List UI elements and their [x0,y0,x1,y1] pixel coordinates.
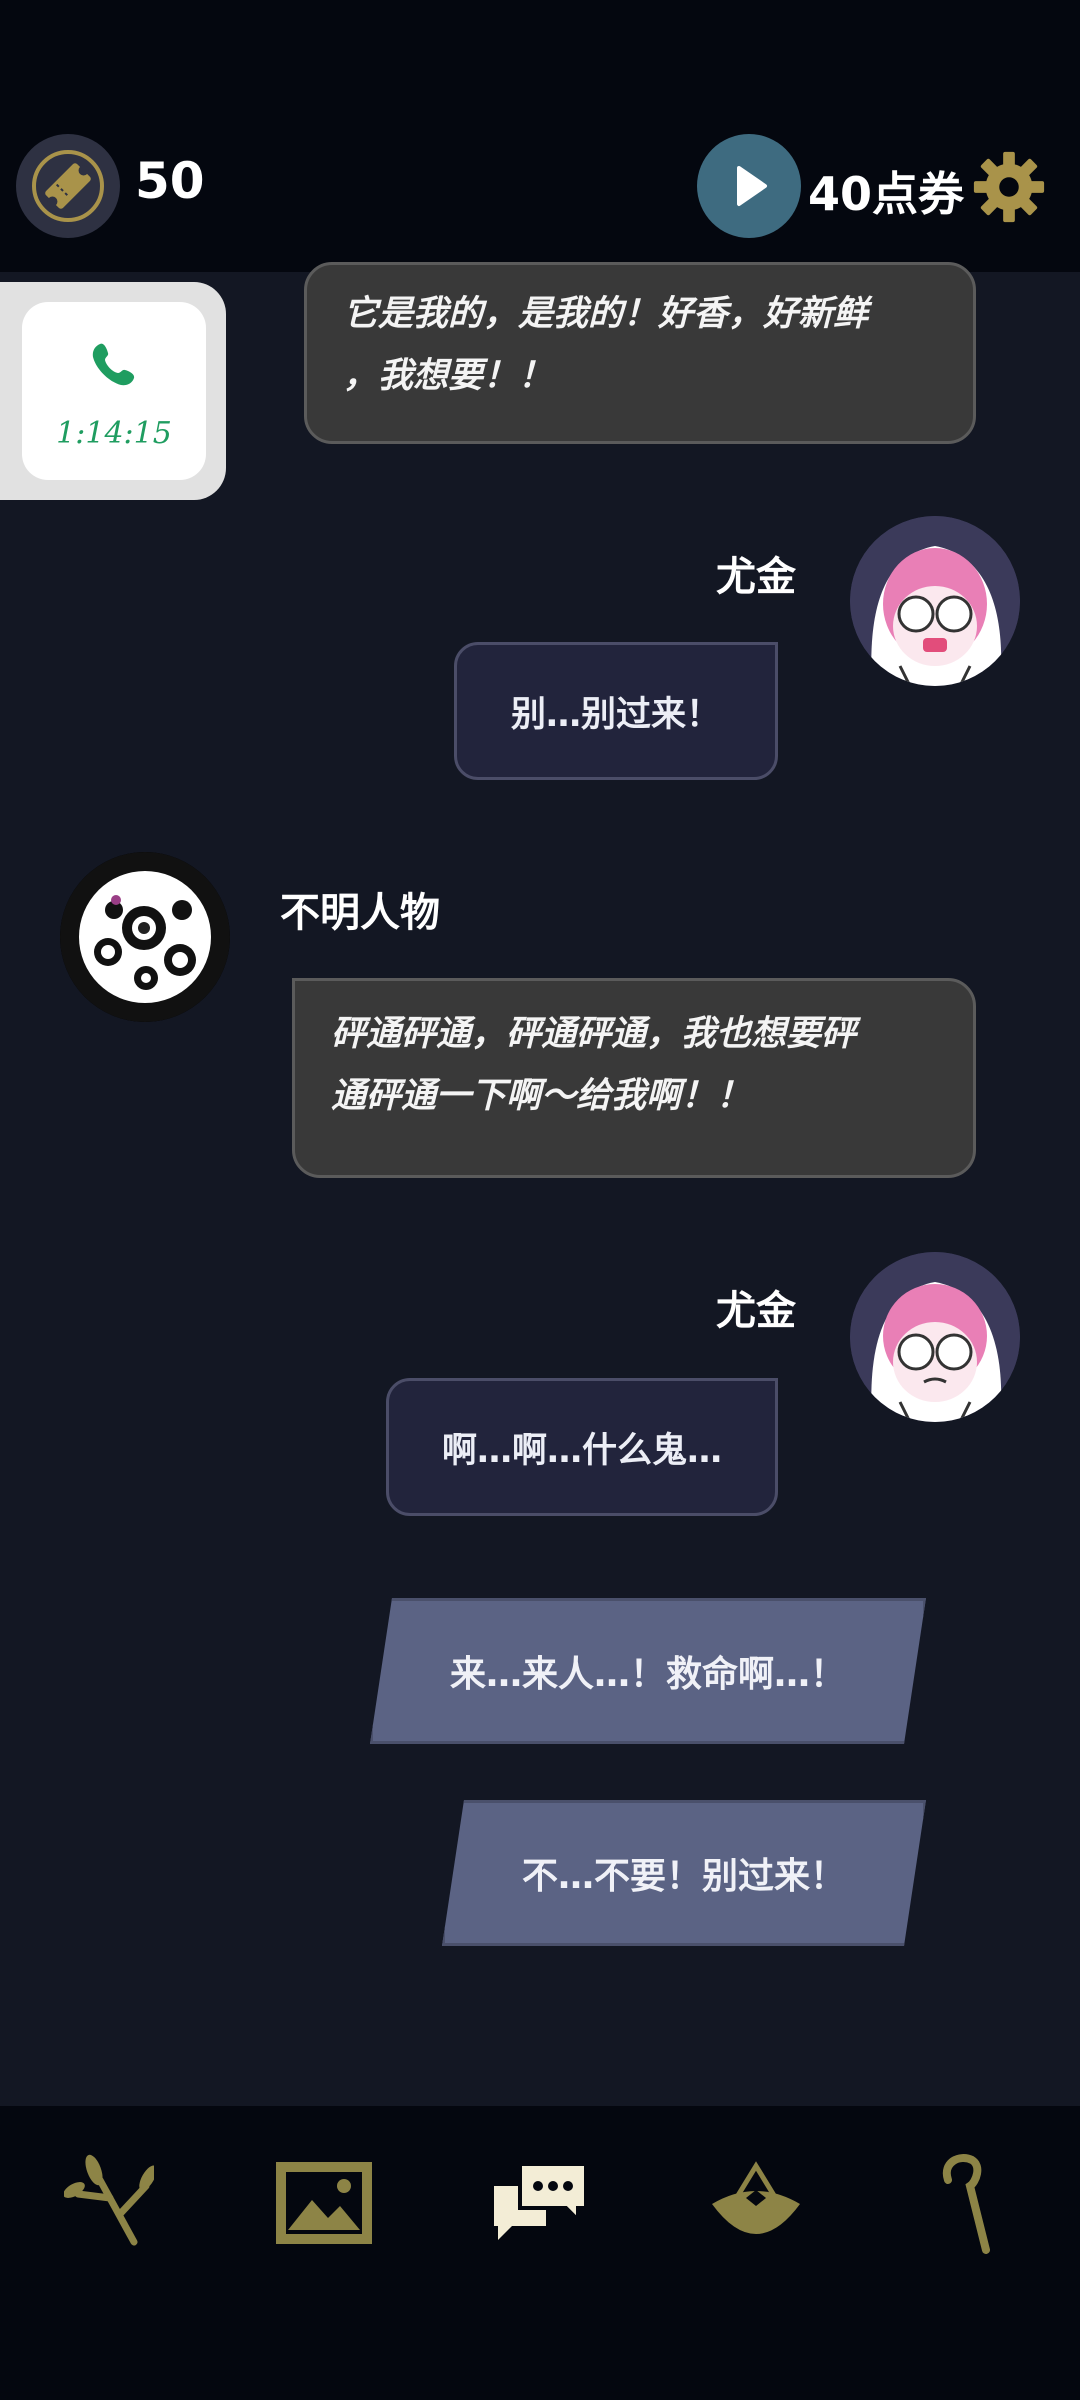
call-timer: 1:14:15 [56,416,172,451]
ticket-icon [32,150,104,222]
message-text-line: ，我想要！！ [343,356,554,396]
play-button[interactable] [697,134,801,238]
ticket-count: 50 [135,152,205,210]
avatar-eugene [850,1252,1020,1422]
hat-icon[interactable] [708,2158,804,2238]
message-text: 啊…啊…什么鬼… [441,1430,722,1471]
play-icon [737,166,767,206]
speaker-name: 尤金 [716,1288,796,1334]
branch-icon[interactable] [64,2150,154,2250]
message-text-line: 它是我的，是我的！好香，好新鲜 [343,294,869,334]
call-widget-card: 1:14:15 [22,302,206,480]
phone-icon [92,343,135,386]
gear-icon[interactable] [970,148,1048,226]
avatar-eugene [850,516,1020,686]
message-bubble: 啊…啊…什么鬼… [386,1378,778,1516]
cane-icon[interactable] [934,2152,994,2254]
chat-icon[interactable] [490,2160,590,2242]
avatar-unknown [60,852,230,1022]
choice-text: 来…来人…！救命啊…！ [449,1654,846,1695]
ticket-button[interactable] [16,134,120,238]
message-bubble: 砰通砰通，砰通砰通，我也想要砰 通砰通一下啊～给我啊！！ [292,978,976,1178]
bottom-nav [0,2106,1080,2400]
points-label: 40点券 [808,167,965,221]
top-bar: 50 40点券 [0,0,1080,272]
speaker-name: 尤金 [716,554,796,600]
message-bubble: 它是我的，是我的！好香，好新鲜 ，我想要！！ [304,262,976,444]
gallery-icon[interactable] [274,2160,374,2246]
speaker-name: 不明人物 [280,890,440,936]
message-text: 别…别过来！ [510,694,721,735]
choice-option[interactable]: 不…不要！别过来！ [442,1800,926,1946]
message-text-line: 砰通砰通，砰通砰通，我也想要砰 [331,1014,857,1054]
message-bubble: 别…别过来！ [454,642,778,780]
choice-option[interactable]: 来…来人…！救命啊…！ [370,1598,926,1744]
call-widget[interactable]: 1:14:15 [0,282,226,500]
choice-text: 不…不要！别过来！ [521,1856,846,1897]
message-text-line: 通砰通一下啊～给我啊！！ [331,1076,752,1116]
